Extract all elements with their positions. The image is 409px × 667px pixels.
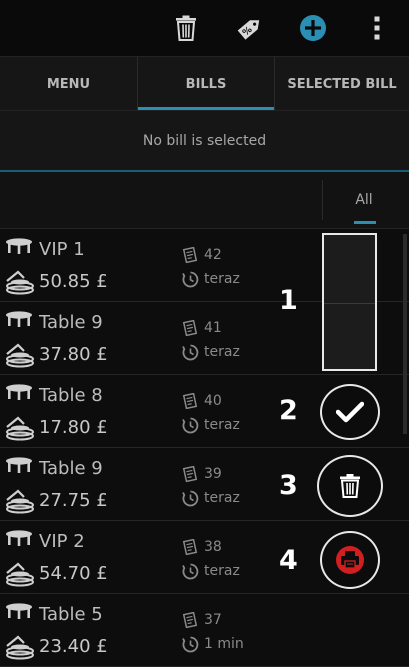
bill-time: teraz bbox=[204, 490, 240, 506]
filter-bar: All bbox=[0, 172, 409, 229]
selection-status: No bill is selected bbox=[0, 110, 409, 172]
tab-menu[interactable]: MENU bbox=[0, 57, 137, 111]
clock-icon bbox=[182, 271, 199, 292]
table-icon bbox=[4, 456, 34, 484]
callout-number: 3 bbox=[279, 470, 298, 501]
action-bar: % bbox=[0, 0, 409, 56]
clock-icon bbox=[182, 417, 199, 438]
receipt-icon bbox=[182, 393, 198, 413]
bill-amount: 54.70 £ bbox=[39, 563, 108, 584]
printer-icon bbox=[335, 546, 365, 574]
receipt-icon bbox=[182, 247, 198, 267]
bill-table-name: Table 8 bbox=[39, 385, 103, 406]
bill-time: teraz bbox=[204, 271, 240, 287]
bill-amount: 23.40 £ bbox=[39, 636, 108, 657]
trash-icon[interactable] bbox=[170, 12, 202, 44]
confirm-button[interactable] bbox=[320, 384, 380, 440]
payment-icon bbox=[4, 342, 36, 372]
bill-amount: 50.85 £ bbox=[39, 271, 108, 292]
table-icon bbox=[4, 237, 34, 265]
tag-percent-icon[interactable]: % bbox=[234, 12, 266, 44]
print-button[interactable] bbox=[320, 531, 380, 589]
bill-time: 1 min bbox=[204, 636, 244, 652]
bill-number: 38 bbox=[204, 539, 222, 555]
filter-all-tab[interactable]: All bbox=[322, 180, 405, 220]
bill-number: 42 bbox=[204, 247, 222, 263]
receipt-icon bbox=[182, 612, 198, 632]
table-icon bbox=[4, 529, 34, 557]
bill-time: teraz bbox=[204, 563, 240, 579]
more-vert-icon[interactable] bbox=[361, 12, 393, 44]
table-icon bbox=[4, 383, 34, 411]
callout-number: 2 bbox=[279, 395, 298, 426]
tab-selected-bill[interactable]: SELECTED BILL bbox=[274, 57, 409, 111]
bill-table-name: Table 9 bbox=[39, 458, 103, 479]
bill-table-name: Table 9 bbox=[39, 312, 103, 333]
bill-amount: 37.80 £ bbox=[39, 344, 108, 365]
payment-icon bbox=[4, 488, 36, 518]
bill-number: 37 bbox=[204, 612, 222, 628]
delete-button[interactable] bbox=[317, 455, 383, 517]
highlight-box bbox=[322, 233, 377, 371]
bill-table-name: VIP 1 bbox=[39, 239, 85, 260]
callout-number: 4 bbox=[279, 545, 298, 576]
tab-label: MENU bbox=[47, 77, 90, 92]
check-icon bbox=[336, 401, 364, 423]
payment-icon bbox=[4, 634, 36, 664]
bill-number: 39 bbox=[204, 466, 222, 482]
bill-table-name: Table 5 bbox=[39, 604, 103, 625]
receipt-icon bbox=[182, 539, 198, 559]
payment-icon bbox=[4, 269, 36, 299]
callout-number: 1 bbox=[279, 285, 298, 316]
status-text: No bill is selected bbox=[143, 133, 266, 149]
bill-amount: 17.80 £ bbox=[39, 417, 108, 438]
receipt-icon bbox=[182, 320, 198, 340]
highlight-divider bbox=[324, 303, 375, 304]
tab-label: SELECTED BILL bbox=[287, 77, 396, 92]
bill-amount: 27.75 £ bbox=[39, 490, 108, 511]
receipt-icon bbox=[182, 466, 198, 486]
bill-table-name: VIP 2 bbox=[39, 531, 85, 552]
trash-icon bbox=[339, 474, 361, 498]
bill-number: 40 bbox=[204, 393, 222, 409]
filter-indicator bbox=[354, 221, 376, 224]
tab-label: BILLS bbox=[186, 77, 227, 92]
bill-time: teraz bbox=[204, 417, 240, 433]
bill-time: teraz bbox=[204, 344, 240, 360]
payment-icon bbox=[4, 561, 36, 591]
scrollbar[interactable] bbox=[403, 234, 407, 434]
table-icon bbox=[4, 310, 34, 338]
payment-icon bbox=[4, 415, 36, 445]
bill-row[interactable]: Table 5 23.40 £ 37 1 min bbox=[0, 594, 409, 667]
add-circle-icon[interactable] bbox=[297, 12, 329, 44]
filter-label: All bbox=[355, 192, 372, 208]
clock-icon bbox=[182, 344, 199, 365]
tab-bar: MENU BILLS SELECTED BILL bbox=[0, 56, 409, 111]
clock-icon bbox=[182, 563, 199, 584]
bill-number: 41 bbox=[204, 320, 222, 336]
tab-bills[interactable]: BILLS bbox=[137, 57, 274, 111]
clock-icon bbox=[182, 636, 199, 657]
clock-icon bbox=[182, 490, 199, 511]
table-icon bbox=[4, 602, 34, 630]
